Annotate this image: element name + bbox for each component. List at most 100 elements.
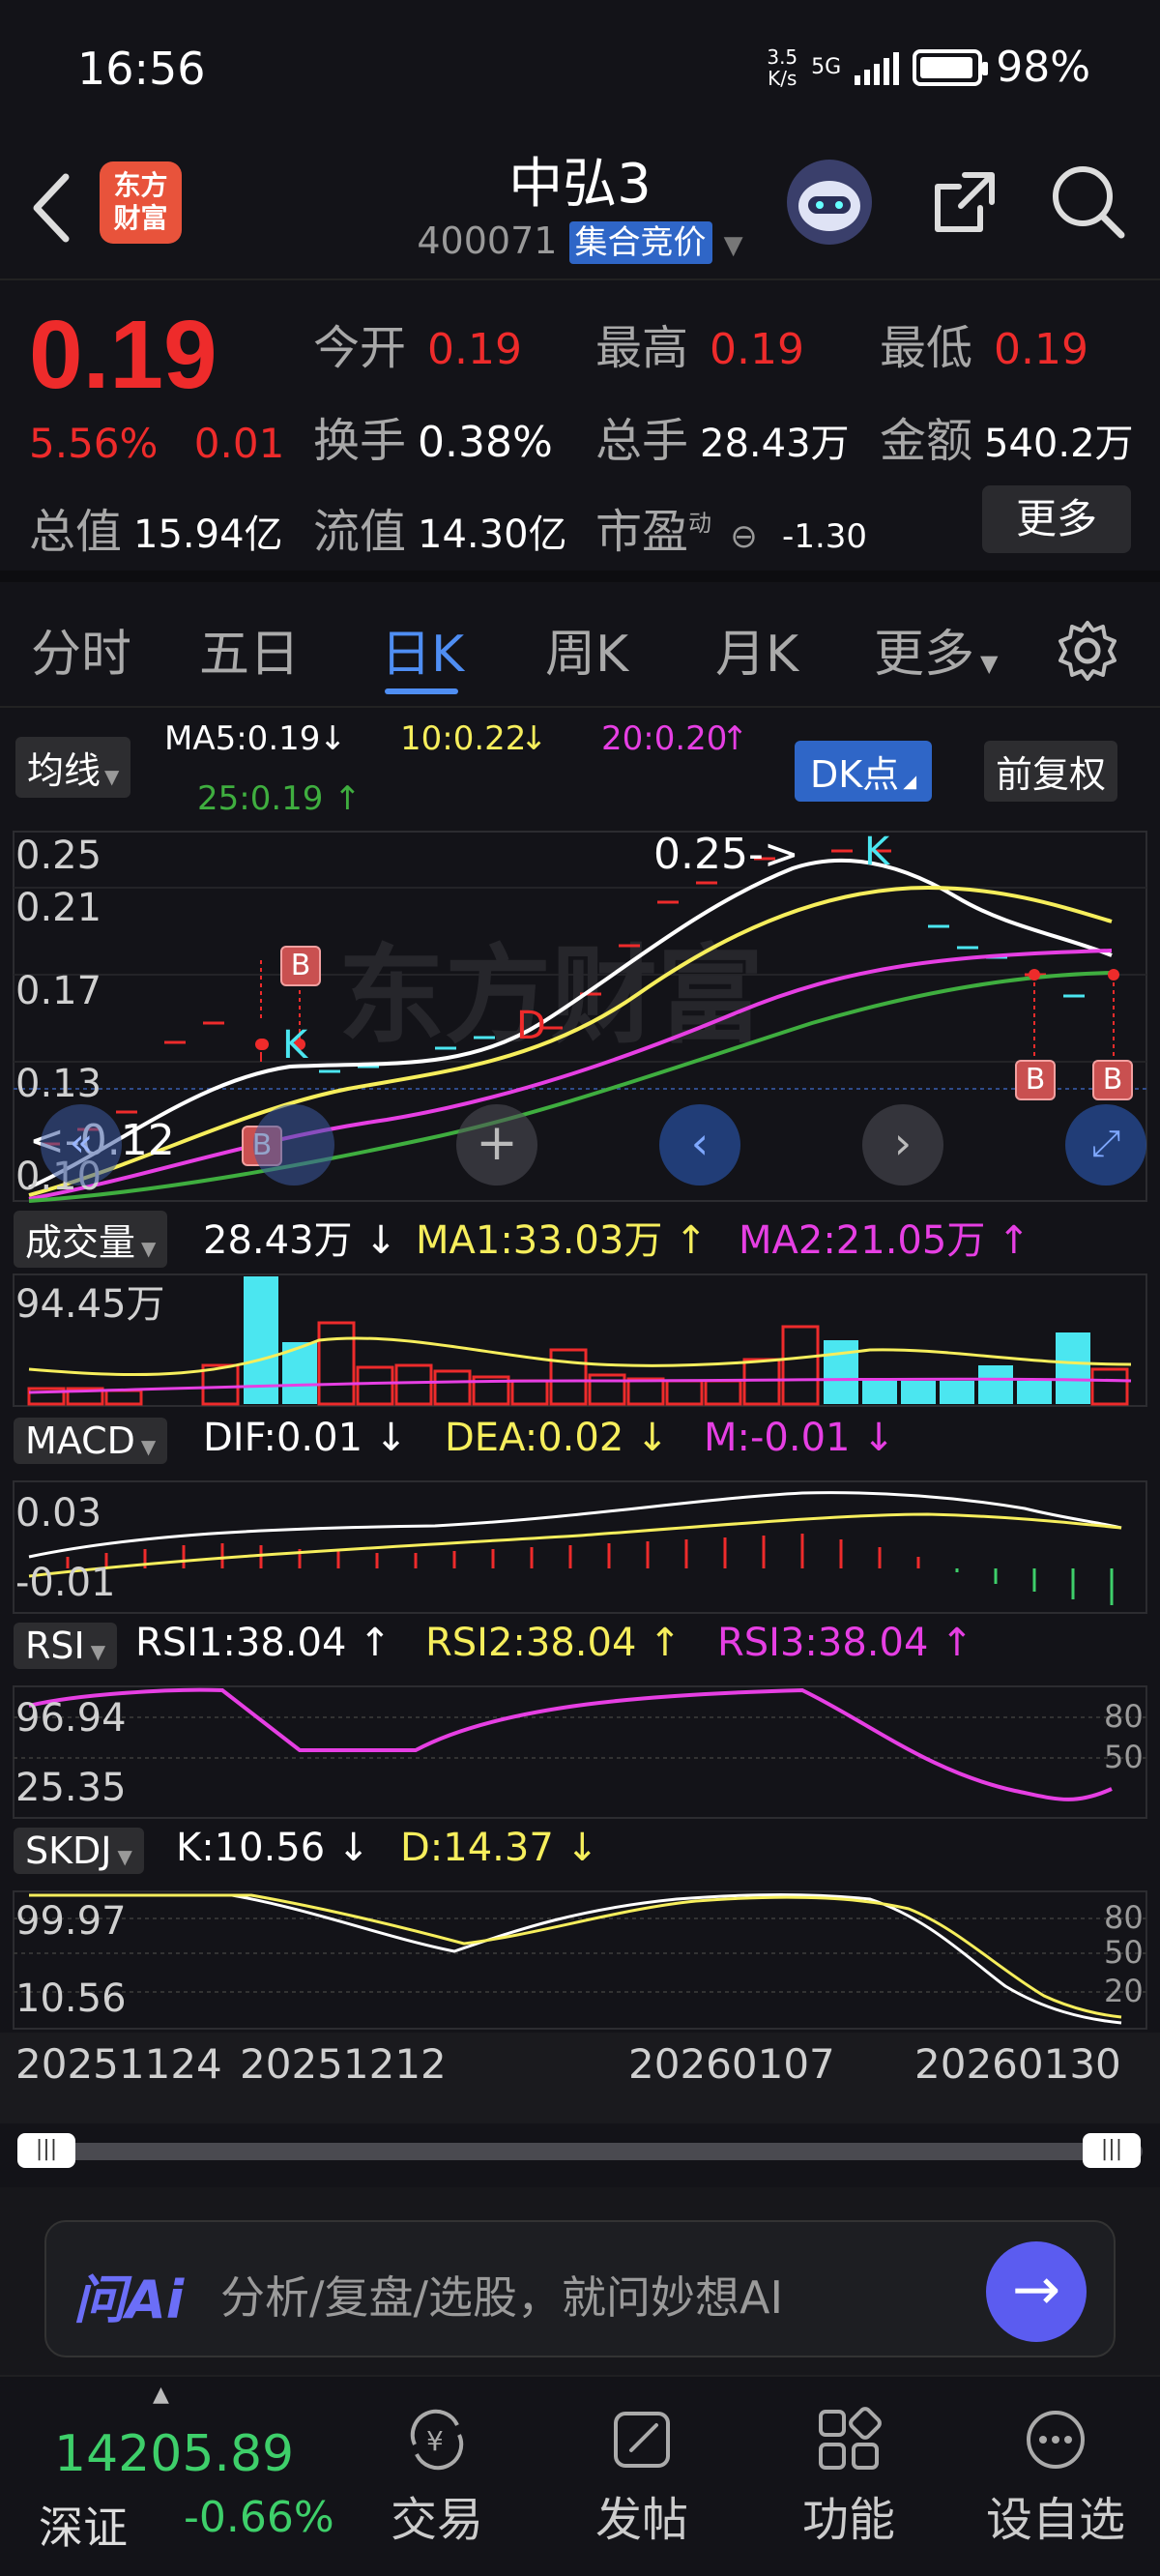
tab-more[interactable]: 更多 ▼ xyxy=(874,613,998,686)
rsi2-value: RSI2:38.04 ↑ xyxy=(425,1621,682,1665)
next-button[interactable]: › xyxy=(862,1104,943,1186)
search-icon[interactable] xyxy=(1048,161,1129,243)
nav-add-watchlist[interactable]: 设自选 xyxy=(978,2406,1133,2549)
price-change: 5.56% 0.01 xyxy=(29,420,284,467)
network-type: 5G xyxy=(811,54,842,79)
skdj-d-value: D:14.37 ↓ xyxy=(400,1826,599,1870)
amount-field: 金额 540.2万 xyxy=(880,414,1134,468)
rsi1-value: RSI1:38.04 ↑ xyxy=(135,1621,392,1665)
active-tab-indicator xyxy=(385,688,458,694)
date-3: 20260107 xyxy=(628,2040,835,2088)
more-dots-icon xyxy=(1027,2411,1085,2469)
ma-selector-button[interactable]: 均线 ▼ xyxy=(15,737,131,798)
caret-down-icon[interactable]: ▼ xyxy=(724,231,743,260)
adjust-button[interactable]: 前复权 xyxy=(984,741,1118,802)
share-icon[interactable] xyxy=(926,163,1003,241)
buy-marker-4[interactable]: B xyxy=(1092,1060,1133,1100)
ma20-value: 20:0.20 xyxy=(601,719,728,758)
ma25-value: 25:0.19 ↑ xyxy=(197,779,362,818)
tab-weekly-k[interactable]: 周K xyxy=(545,613,628,686)
macd-y-top: 0.03 xyxy=(15,1491,102,1536)
change-pct: 5.56% xyxy=(29,420,159,467)
auction-tag[interactable]: 集合竞价 xyxy=(568,221,712,264)
y-tick-1: 0.25 xyxy=(15,834,102,878)
ma5-value: MA5:0.19 xyxy=(164,719,321,758)
prev-button[interactable]: ‹ xyxy=(659,1104,740,1186)
volume-chart[interactable]: 94.45万 xyxy=(0,1273,1160,1408)
rsi-level-80: 80 xyxy=(1104,1698,1144,1735)
more-quote-button[interactable]: 更多 xyxy=(982,485,1131,553)
volume-selector-button[interactable]: 成交量 ▼ xyxy=(14,1211,168,1268)
float-cap-field: 流值 14.30亿 xyxy=(313,505,567,559)
robot-assistant-icon[interactable] xyxy=(785,158,874,247)
skdj-k-value: K:10.56 ↓ xyxy=(176,1826,370,1870)
turnover-field: 换手 0.38% xyxy=(313,414,553,468)
battery-icon xyxy=(913,48,989,86)
range-scrollbar[interactable] xyxy=(17,2143,1143,2160)
yen-cycle-icon: ¥ xyxy=(410,2409,464,2471)
nav-post[interactable]: 发帖 xyxy=(565,2406,719,2549)
pe-field: 市盈动 ⊖ -1.30 xyxy=(595,505,868,559)
open-field: 今开 0.19 xyxy=(313,321,522,375)
signal-icon xyxy=(855,50,900,85)
rsi-level-50: 50 xyxy=(1104,1739,1144,1775)
stock-header: 东方 财富 中弘3 400071 集合竞价 ▼ xyxy=(0,140,1160,280)
high-field: 最高 0.19 xyxy=(595,321,804,375)
volume-ma2: MA2:21.05万 ↑ xyxy=(739,1218,1030,1263)
tab-five-day[interactable]: 五日 xyxy=(199,613,300,686)
ask-ai-logo: 问Ai xyxy=(73,2269,185,2330)
skdj-y-top: 99.97 xyxy=(15,1899,127,1944)
y-tick-2: 0.21 xyxy=(15,886,102,930)
fast-back-button[interactable]: « xyxy=(41,1104,122,1186)
volume-y-top: 94.45万 xyxy=(15,1282,165,1327)
kline-chart[interactable]: 东方财富 0.25 0.21 0.17 0.13 0.25-> K K D B … xyxy=(0,830,1160,1203)
y-tick-3: 0.17 xyxy=(15,969,102,1013)
low-field: 最低 0.19 xyxy=(880,321,1088,375)
range-handle-right[interactable]: ||| xyxy=(1083,2133,1141,2168)
ma10-arrow: ↓ xyxy=(520,719,548,758)
skdj-chart[interactable]: 99.97 10.56 80 50 20 xyxy=(0,1889,1160,2031)
arrow-right-icon[interactable]: → xyxy=(986,2241,1087,2342)
buy-marker-1[interactable]: B xyxy=(280,946,321,986)
nav-functions[interactable]: 功能 xyxy=(771,2406,926,2549)
zoom-out-button[interactable] xyxy=(253,1104,334,1186)
k-marker-1: K xyxy=(864,830,890,874)
range-handle-left[interactable]: ||| xyxy=(17,2133,75,2168)
buy-marker-3[interactable]: B xyxy=(1015,1060,1056,1100)
quote-panel: 0.19 5.56% 0.01 今开 0.19 最高 0.19 最低 0.19 换手 0… xyxy=(0,282,1160,582)
edit-icon xyxy=(614,2412,670,2468)
current-price: 0.19 xyxy=(29,301,218,409)
index-name[interactable]: 深证 xyxy=(39,2493,128,2557)
nav-trade[interactable]: ¥ 交易 xyxy=(360,2406,514,2549)
rsi-y-top: 96.94 xyxy=(15,1696,127,1741)
net-speed: 3.5 K/s xyxy=(767,44,798,90)
index-value[interactable]: 14205.89 xyxy=(54,2425,294,2483)
svg-text:¥: ¥ xyxy=(426,2425,444,2457)
grid-apps-icon xyxy=(819,2407,882,2470)
tab-daily-k[interactable]: 日K xyxy=(381,613,464,686)
volume-value: 28.43万 ↓ xyxy=(203,1218,397,1263)
tab-intraday[interactable]: 分时 xyxy=(31,613,131,686)
macd-dea: DEA:0.02 ↓ xyxy=(445,1416,669,1460)
tab-monthly-k[interactable]: 月K xyxy=(715,613,798,686)
macd-selector-button[interactable]: MACD ▼ xyxy=(14,1418,168,1464)
y-tick-4: 0.13 xyxy=(15,1062,102,1106)
period-tabs: 分时 五日 日K 周K 月K 更多 ▼ xyxy=(0,592,1160,708)
rsi-y-bottom: 25.35 xyxy=(15,1766,127,1810)
fullscreen-icon[interactable]: ⤢ xyxy=(1065,1104,1146,1186)
ask-ai-box[interactable]: 问Ai 分析/复盘/选股，就问妙想AI → xyxy=(44,2220,1116,2357)
info-icon[interactable]: ⊖ xyxy=(730,517,758,556)
zoom-in-button[interactable]: + xyxy=(456,1104,537,1186)
dk-point-button[interactable]: DK点 ◢ xyxy=(795,741,933,802)
skdj-selector-button[interactable]: SKDJ ▼ xyxy=(14,1828,144,1874)
status-bar: 16:56 3.5 K/s 5G 98% xyxy=(0,0,1160,140)
date-1: 20251124 xyxy=(15,2040,222,2088)
ask-ai-placeholder[interactable]: 分析/复盘/选股，就问妙想AI xyxy=(220,2263,783,2327)
rsi-chart[interactable]: 96.94 25.35 80 50 xyxy=(0,1684,1160,1820)
macd-chart[interactable]: 0.03 -0.01 xyxy=(0,1479,1160,1615)
settings-gear-icon[interactable] xyxy=(1054,617,1121,685)
change-abs: 0.01 xyxy=(193,420,285,467)
volume-field: 总手 28.43万 xyxy=(595,414,850,468)
skdj-level-20: 20 xyxy=(1104,1973,1144,2009)
rsi-selector-button[interactable]: RSI ▼ xyxy=(14,1623,118,1669)
